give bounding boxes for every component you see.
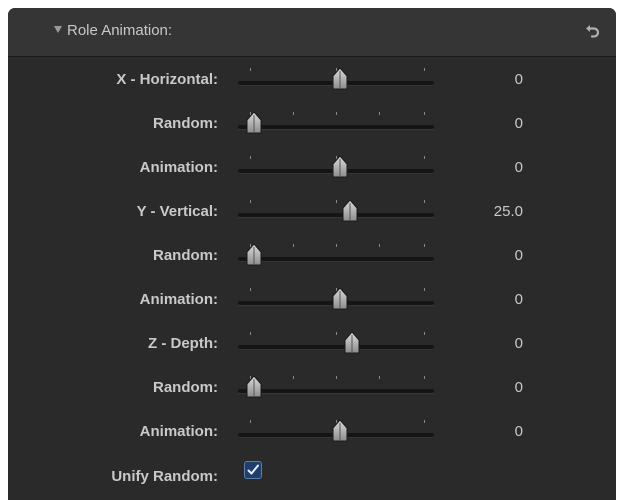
slider-tick (250, 200, 251, 203)
parameter-value[interactable]: 0 (463, 159, 523, 176)
parameter-slider[interactable] (238, 366, 434, 410)
slider-tick (424, 200, 425, 203)
triangle-down-icon[interactable] (54, 26, 62, 33)
unify-random-label: Unify Random: (111, 468, 218, 485)
slider-track[interactable] (238, 257, 434, 261)
slider-tick (293, 244, 294, 247)
parameter-row: Z - Depth: 0 (8, 322, 616, 366)
slider-tick (250, 332, 251, 335)
parameter-slider[interactable] (238, 146, 434, 190)
slider-tick (424, 112, 425, 115)
slider-tick (379, 244, 380, 247)
parameter-label: Random: (153, 247, 218, 264)
slider-tick (424, 420, 425, 423)
slider-thumb[interactable] (342, 331, 362, 355)
parameter-label: Animation: (139, 423, 218, 440)
slider-tick (336, 332, 337, 335)
parameter-label: Z - Depth: (148, 335, 218, 352)
parameter-slider[interactable] (238, 322, 434, 366)
parameter-row: Y - Vertical: 25.0 (8, 190, 616, 234)
slider-thumb[interactable] (244, 375, 264, 399)
parameter-slider[interactable] (238, 58, 434, 102)
parameter-value[interactable]: 0 (463, 71, 523, 88)
parameter-label: Animation: (139, 291, 218, 308)
panel-header[interactable]: Role Animation: (8, 8, 616, 57)
parameter-value[interactable]: 0 (463, 335, 523, 352)
parameter-label: Y - Vertical: (136, 203, 218, 220)
parameter-slider[interactable] (238, 190, 434, 234)
slider-track[interactable] (238, 389, 434, 393)
slider-track[interactable] (238, 125, 434, 129)
parameter-row: Animation: 0 (8, 146, 616, 190)
parameter-slider[interactable] (238, 278, 434, 322)
parameter-row: Random: 0 (8, 102, 616, 146)
slider-thumb[interactable] (330, 155, 350, 179)
slider-tick (424, 68, 425, 71)
slider-tick (424, 156, 425, 159)
parameter-row: Animation: 0 (8, 410, 616, 454)
parameter-value[interactable]: 0 (463, 291, 523, 308)
slider-thumb[interactable] (340, 199, 360, 223)
parameter-value[interactable]: 0 (463, 423, 523, 440)
slider-tick (424, 332, 425, 335)
parameter-row: Random: 0 (8, 234, 616, 278)
slider-thumb[interactable] (330, 419, 350, 443)
parameter-label: Random: (153, 115, 218, 132)
slider-tick (336, 244, 337, 247)
slider-tick (293, 376, 294, 379)
parameter-row: X - Horizontal: 0 (8, 58, 616, 102)
parameter-slider[interactable] (238, 102, 434, 146)
slider-thumb[interactable] (244, 243, 264, 267)
parameter-value[interactable]: 0 (463, 379, 523, 396)
parameter-slider[interactable] (238, 234, 434, 278)
role-animation-panel: Role Animation: X - Horizontal: 0 Random: 0… (8, 8, 616, 500)
parameter-label: Random: (153, 379, 218, 396)
slider-thumb[interactable] (244, 111, 264, 135)
slider-track[interactable] (238, 213, 434, 217)
slider-tick (424, 244, 425, 247)
slider-tick (424, 288, 425, 291)
parameter-value[interactable]: 0 (463, 115, 523, 132)
unify-random-row: Unify Random: (8, 454, 616, 498)
checkmark-icon (247, 464, 259, 475)
parameter-slider[interactable] (238, 410, 434, 454)
slider-thumb[interactable] (330, 287, 350, 311)
parameter-value[interactable]: 25.0 (463, 203, 523, 220)
slider-tick (250, 68, 251, 71)
slider-tick (379, 112, 380, 115)
parameter-label: X - Horizontal: (116, 71, 218, 88)
slider-tick (250, 156, 251, 159)
slider-tick (250, 288, 251, 291)
slider-tick (379, 376, 380, 379)
reset-arrow-icon[interactable] (584, 22, 602, 40)
slider-tick (293, 112, 294, 115)
parameter-row: Random: 0 (8, 366, 616, 410)
unify-random-checkbox[interactable] (244, 461, 262, 479)
slider-track[interactable] (238, 345, 434, 349)
parameter-label: Animation: (139, 159, 218, 176)
parameter-row: Animation: 0 (8, 278, 616, 322)
slider-tick (250, 420, 251, 423)
panel-title: Role Animation: (67, 22, 173, 39)
slider-tick (336, 376, 337, 379)
slider-tick (424, 376, 425, 379)
slider-tick (336, 200, 337, 203)
slider-thumb[interactable] (330, 67, 350, 91)
parameter-value[interactable]: 0 (463, 247, 523, 264)
slider-tick (336, 112, 337, 115)
